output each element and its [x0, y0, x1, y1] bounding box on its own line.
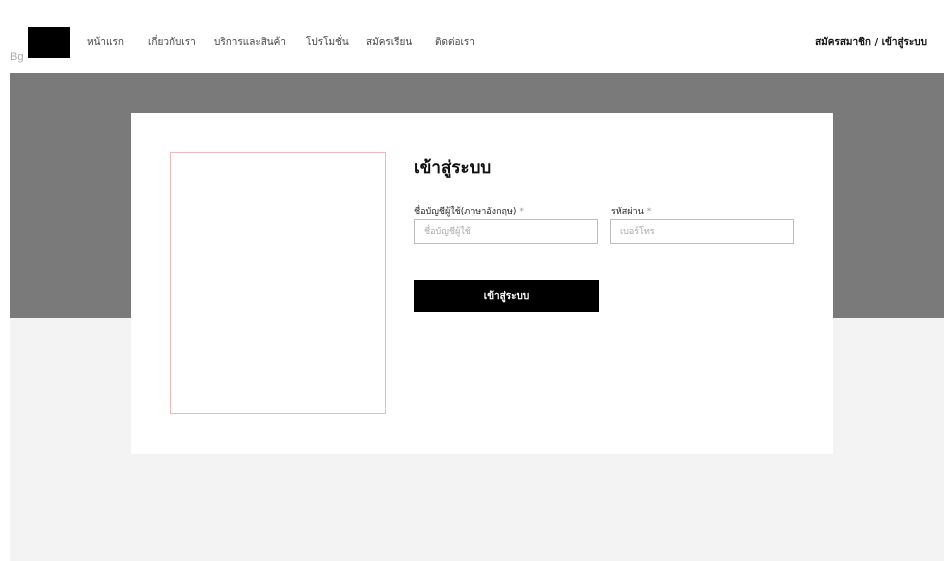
nav-item-contact[interactable]: ติดต่อเรา	[435, 35, 475, 50]
image-placeholder	[170, 152, 386, 414]
background-label: Bg	[10, 51, 24, 63]
username-required-mark: *	[519, 207, 524, 217]
password-label: รหัสผ่าน *	[611, 204, 651, 218]
password-input[interactable]	[610, 219, 794, 244]
password-label-text: รหัสผ่าน	[611, 207, 644, 217]
register-login-link[interactable]: สมัครสมาชิก / เข้าสู่ระบบ	[815, 35, 927, 50]
nav-item-enroll[interactable]: สมัครเรียน	[366, 35, 412, 50]
login-button[interactable]: เข้าสู่ระบบ	[414, 280, 599, 312]
nav-item-services[interactable]: บริการและสินค้า	[214, 35, 286, 50]
username-input[interactable]	[414, 219, 598, 244]
nav-item-home[interactable]: หน้าแรก	[87, 35, 124, 50]
username-label: ชื่อบัญชีผู้ใช้(ภาษาอังกฤษ) *	[414, 204, 524, 218]
username-label-text: ชื่อบัญชีผู้ใช้(ภาษาอังกฤษ)	[414, 207, 517, 217]
password-required-mark: *	[646, 207, 652, 217]
nav-item-promotions[interactable]: โปรโมชั่น	[306, 35, 349, 50]
page-title: เข้าสู่ระบบ	[414, 158, 492, 178]
nav-item-about[interactable]: เกี่ยวกับเรา	[148, 35, 196, 50]
site-logo[interactable]	[28, 27, 70, 58]
